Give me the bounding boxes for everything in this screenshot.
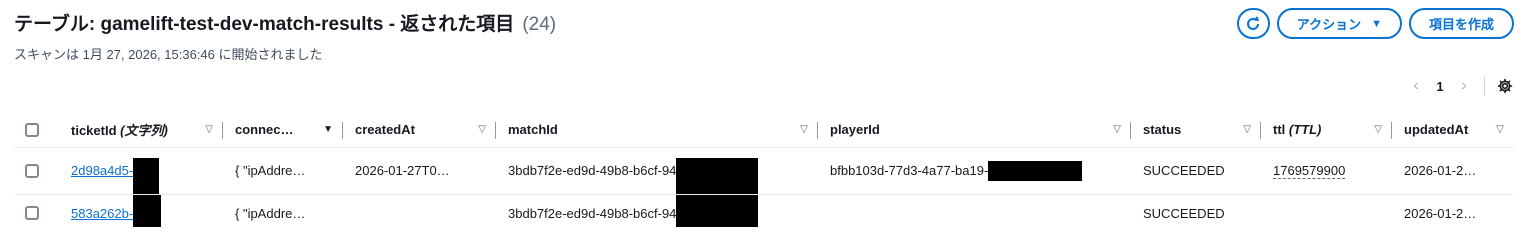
column-type: (文字列) [120, 123, 168, 139]
created-at-cell[interactable]: 2026-01-27T0… [343, 163, 496, 178]
column-label: ttl [1273, 122, 1286, 138]
column-label: status [1143, 122, 1182, 138]
ttl-value[interactable]: 1769579900 [1273, 163, 1346, 179]
column-label: updatedAt [1404, 122, 1469, 138]
actions-dropdown[interactable]: アクション ▼ [1276, 8, 1402, 39]
redaction-block [988, 160, 1083, 181]
pager-divider [1484, 76, 1485, 96]
row-checkbox[interactable] [25, 206, 39, 221]
chevron-right-icon[interactable]: › [1450, 77, 1478, 95]
page-title: テーブル: gamelift-test-dev-match-results - … [14, 14, 515, 35]
page-number[interactable]: 1 [1430, 79, 1450, 94]
sort-icon[interactable]: ▽ [1374, 124, 1382, 135]
column-header-ticketId[interactable]: ticketId (文字列) ▽ [59, 113, 223, 148]
sort-icon[interactable]: ▽ [478, 124, 486, 135]
column-label: playerId [830, 122, 880, 138]
column-header-matchId[interactable]: matchId ▽ [496, 113, 818, 148]
actions-label: アクション [1296, 17, 1362, 32]
select-all-checkbox[interactable] [25, 122, 39, 137]
sort-icon[interactable]: ▽ [205, 124, 213, 135]
connection-cell[interactable]: { "ipAddre… [223, 163, 343, 178]
caret-down-icon: ▼ [1371, 17, 1382, 30]
table-row[interactable]: 2d98a4d5- { "ipAddre… 2026-01-27T0… 3bdb… [14, 147, 1514, 195]
sort-icon[interactable]: ▽ [1113, 124, 1121, 135]
redaction-block [676, 194, 759, 228]
page-header: テーブル: gamelift-test-dev-match-results - … [14, 9, 556, 36]
table-row[interactable]: 583a262b- { "ipAddre… 3bdb7f2e-ed9d-49b8… [14, 194, 1514, 232]
refresh-icon [1247, 15, 1260, 30]
column-header-playerId[interactable]: playerId ▽ [818, 113, 1131, 148]
column-label: matchId [508, 122, 558, 138]
create-item-button[interactable]: 項目を作成 [1408, 8, 1514, 39]
refresh-button[interactable] [1236, 8, 1270, 39]
ticket-id-link[interactable]: 583a262b- [71, 206, 133, 221]
updated-at-cell[interactable]: 2026-01-2… [1392, 163, 1514, 178]
settings-gear-icon[interactable] [1497, 78, 1513, 94]
column-header-connection[interactable]: connec… ▼ [223, 113, 343, 148]
column-label: createdAt [355, 122, 415, 138]
pagination: ‹ 1 › [1402, 76, 1513, 96]
status-cell[interactable]: SUCCEEDED [1131, 206, 1261, 221]
column-type: (TTL) [1288, 122, 1322, 138]
redaction-block [133, 157, 160, 193]
header-actions: アクション ▼ 項目を作成 [1236, 8, 1514, 39]
column-label: connec… [235, 122, 294, 138]
chevron-left-icon[interactable]: ‹ [1402, 77, 1430, 95]
sort-icon[interactable]: ▽ [1243, 124, 1251, 135]
player-id-cell[interactable]: bfbb103d-77d3-4a77-ba19- [830, 163, 988, 178]
item-count: (24) [522, 14, 557, 35]
scan-info: スキャンは 1月 27, 2026, 15:36:46 に開始されました [14, 47, 323, 62]
ticket-id-link[interactable]: 2d98a4d5- [71, 163, 133, 178]
match-id-cell[interactable]: 3bdb7f2e-ed9d-49b8-b6cf-94 [508, 163, 676, 178]
column-label: ticketId [71, 123, 117, 139]
match-id-cell[interactable]: 3bdb7f2e-ed9d-49b8-b6cf-94 [508, 206, 676, 221]
updated-at-cell[interactable]: 2026-01-2… [1392, 206, 1514, 221]
status-cell[interactable]: SUCCEEDED [1131, 163, 1261, 178]
column-header-ttl[interactable]: ttl (TTL) ▽ [1261, 113, 1392, 148]
redaction-block [133, 194, 162, 228]
select-all-cell [14, 113, 59, 148]
items-table: ticketId (文字列) ▽ connec… ▼ createdAt ▽ matc… [14, 113, 1514, 232]
table-header-row: ticketId (文字列) ▽ connec… ▼ createdAt ▽ matc… [14, 113, 1514, 148]
column-header-updatedAt[interactable]: updatedAt ▽ [1392, 113, 1514, 148]
column-header-status[interactable]: status ▽ [1131, 113, 1261, 148]
row-checkbox[interactable] [25, 163, 39, 178]
column-header-createdAt[interactable]: createdAt ▽ [343, 113, 496, 148]
sort-icon[interactable]: ▽ [800, 124, 808, 135]
redaction-block [676, 157, 759, 193]
sort-icon[interactable]: ▽ [1496, 124, 1504, 135]
sort-icon[interactable]: ▼ [323, 124, 333, 135]
connection-cell[interactable]: { "ipAddre… [223, 206, 343, 221]
